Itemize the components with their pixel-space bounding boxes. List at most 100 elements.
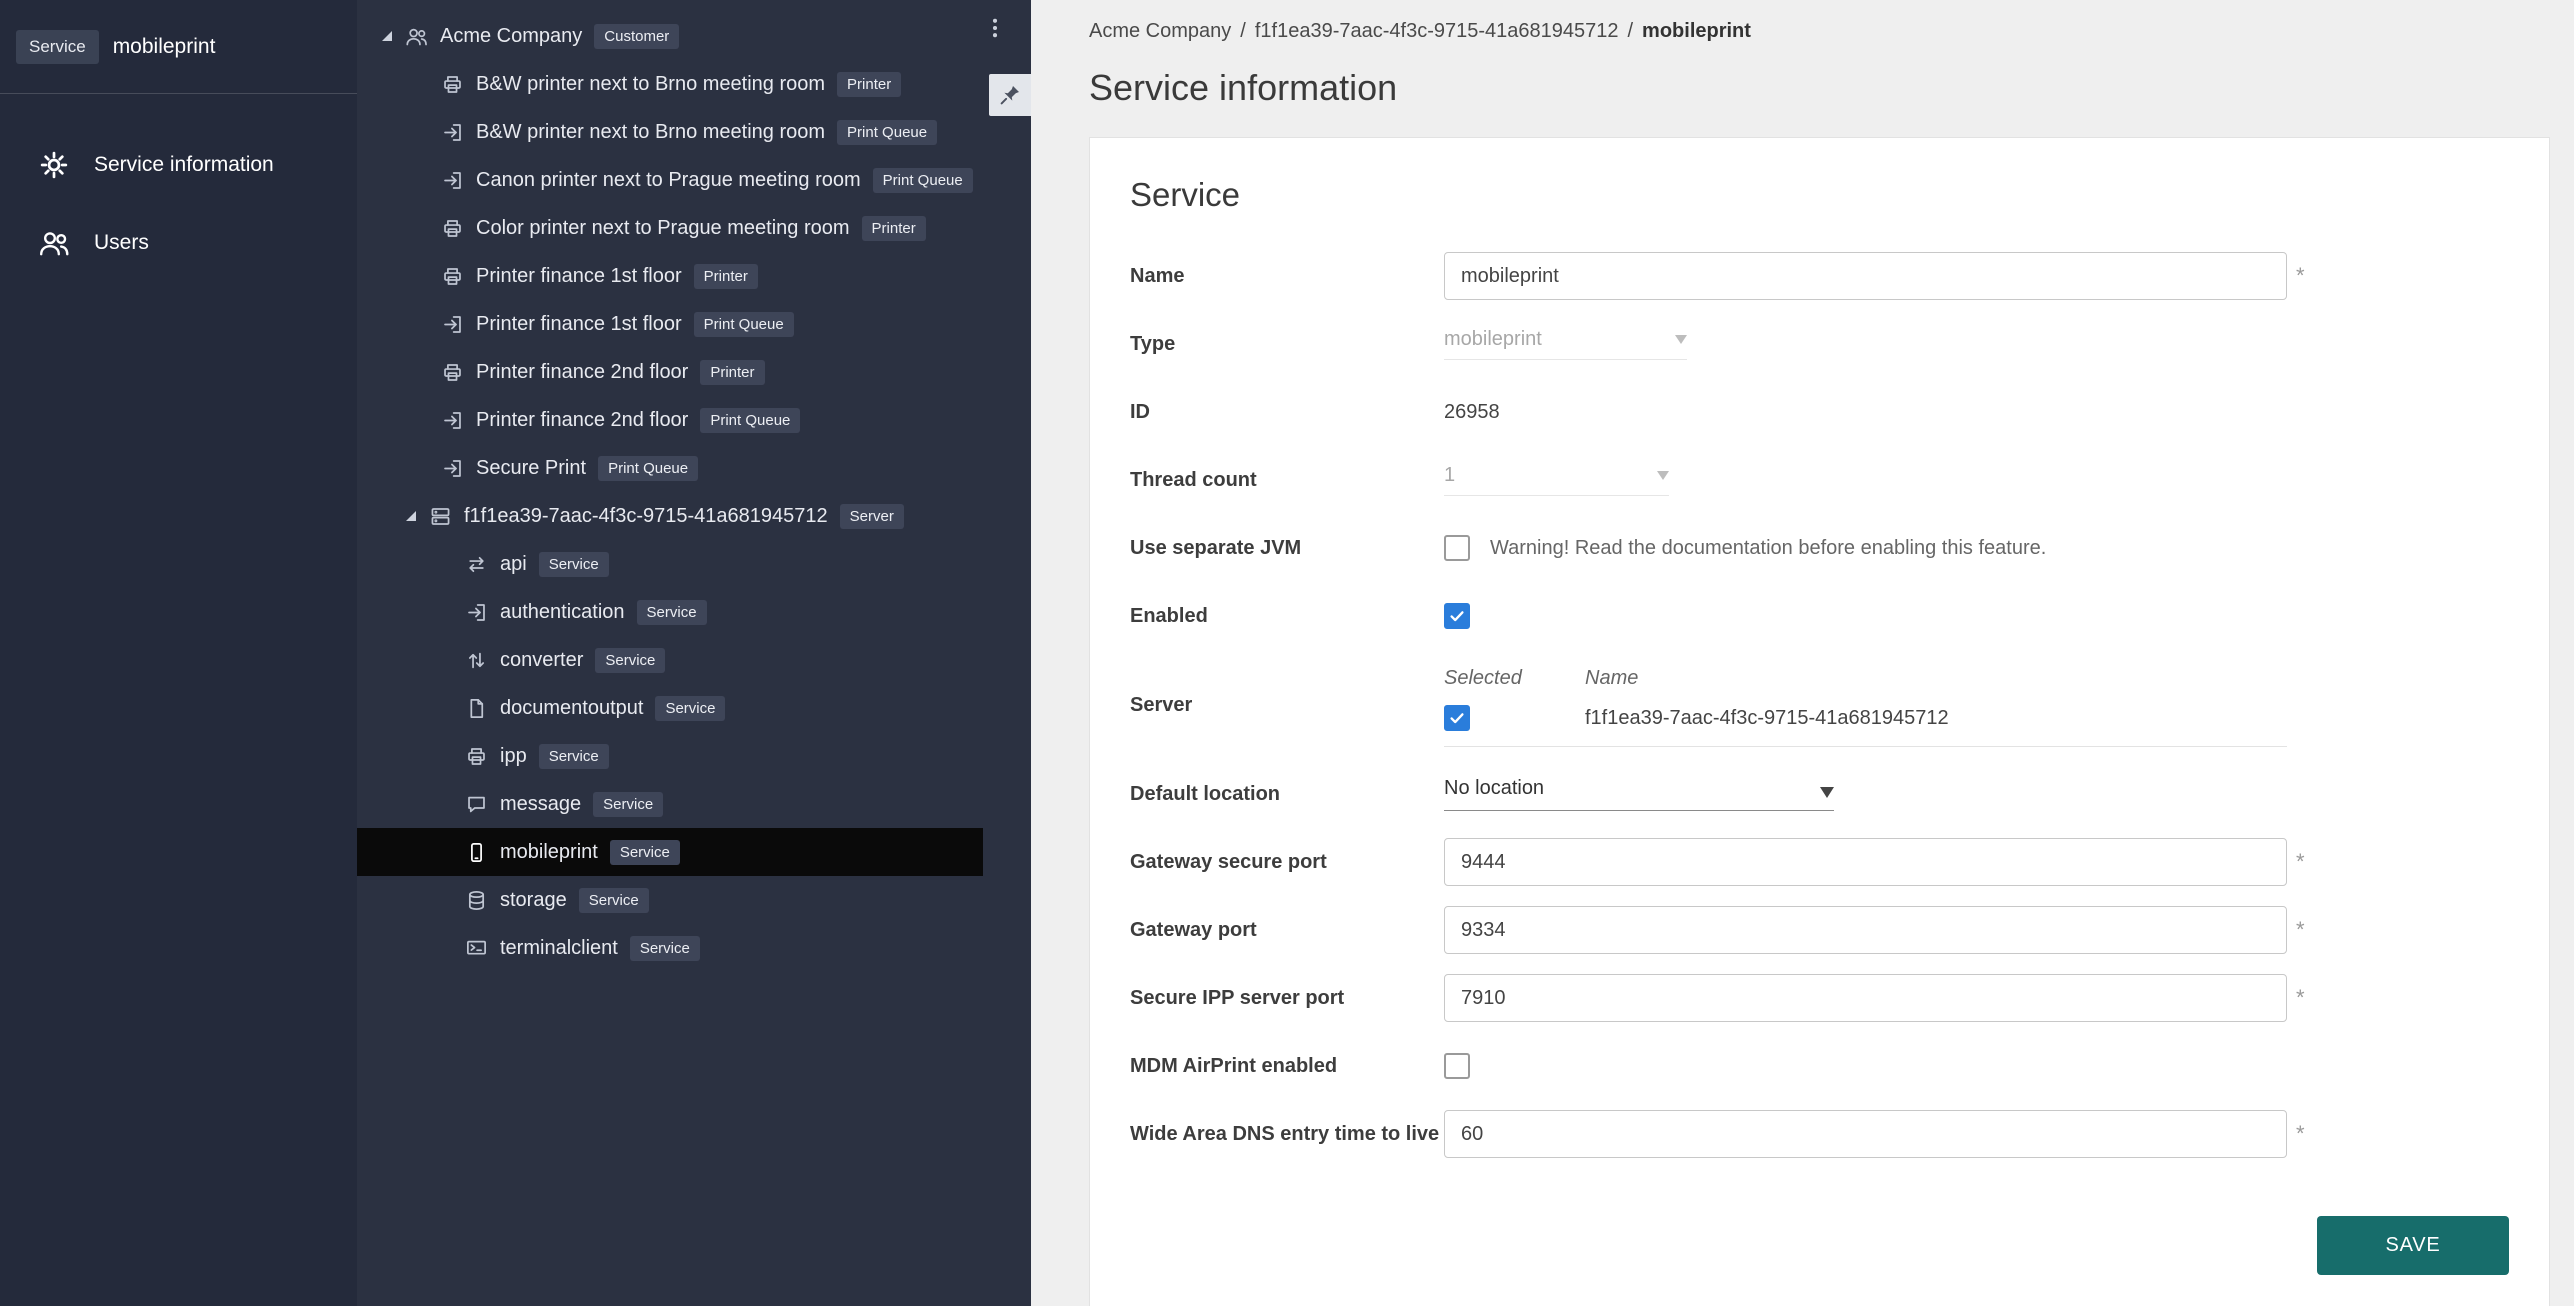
- secure-ipp-port-input[interactable]: [1444, 974, 2287, 1022]
- tree-item-printer[interactable]: B&W printer next to Brno meeting room Pr…: [357, 60, 983, 108]
- tree-item-badge: Printer: [862, 216, 926, 241]
- expander-icon[interactable]: [382, 31, 392, 41]
- name-input[interactable]: [1444, 252, 2287, 300]
- tree-item-badge: Service: [655, 696, 725, 721]
- required-marker: *: [2296, 1121, 2305, 1147]
- tree-item-badge: Print Queue: [873, 168, 973, 193]
- tree-item-badge: Printer: [700, 360, 764, 385]
- tree-item-badge: Customer: [594, 24, 679, 49]
- tree-item-label: api: [500, 553, 527, 576]
- tree-item-print-queue[interactable]: Canon printer next to Prague meeting roo…: [357, 156, 983, 204]
- tree-item-badge: Service: [593, 792, 663, 817]
- tree-item-service-message[interactable]: message Service: [357, 780, 983, 828]
- default-location-value: No location: [1444, 777, 1544, 800]
- save-button-row: SAVE: [1130, 1216, 2509, 1275]
- sign-in-icon: [441, 169, 464, 192]
- tree-item-label: Acme Company: [440, 25, 582, 48]
- id-field-row: ID 26958: [1130, 378, 2509, 446]
- mdm-airprint-checkbox[interactable]: [1444, 1053, 1470, 1079]
- service-type-badge: Service: [16, 30, 99, 64]
- default-location-select[interactable]: No location: [1444, 777, 1834, 811]
- server-checkbox[interactable]: [1444, 705, 1470, 731]
- tree-item-badge: Service: [637, 600, 707, 625]
- tree-item-label: terminalclient: [500, 937, 618, 960]
- tree-item-printer[interactable]: Printer finance 2nd floor Printer: [357, 348, 983, 396]
- chevron-down-icon: [1657, 471, 1669, 480]
- breadcrumb-item[interactable]: Acme Company: [1089, 20, 1231, 43]
- server-table-row: f1f1ea39-7aac-4f3c-9715-41a681945712: [1444, 705, 2287, 747]
- save-button[interactable]: SAVE: [2317, 1216, 2509, 1275]
- gateway-port-label: Gateway port: [1130, 919, 1444, 942]
- required-marker: *: [2296, 849, 2305, 875]
- server-checkbox-cell: [1444, 705, 1585, 731]
- chat-icon: [465, 793, 488, 816]
- section-title: Service: [1130, 176, 2509, 214]
- printer-icon: [441, 217, 464, 240]
- tree-item-printer[interactable]: Color printer next to Prague meeting roo…: [357, 204, 983, 252]
- printer-icon: [441, 73, 464, 96]
- tree-item-service-converter[interactable]: converter Service: [357, 636, 983, 684]
- tree-item-service-ipp[interactable]: ipp Service: [357, 732, 983, 780]
- type-label: Type: [1130, 333, 1444, 356]
- users-icon: [405, 25, 428, 48]
- pin-panel-button[interactable]: [989, 74, 1031, 116]
- gear-icon: [38, 149, 70, 181]
- sidebar-item-service-information[interactable]: Service information: [0, 126, 357, 204]
- tree-item-label: authentication: [500, 601, 625, 624]
- tree-item-label: Secure Print: [476, 457, 586, 480]
- jvm-checkbox[interactable]: [1444, 535, 1470, 561]
- tree-item-label: B&W printer next to Brno meeting room: [476, 73, 825, 96]
- name-field-row: Name *: [1130, 242, 2509, 310]
- breadcrumb-item-current: mobileprint: [1642, 20, 1751, 43]
- tree-item-badge: Service: [610, 840, 680, 865]
- tree-item-service-terminalclient[interactable]: terminalclient Service: [357, 924, 983, 972]
- tree-item-print-queue[interactable]: Printer finance 1st floor Print Queue: [357, 300, 983, 348]
- tree-item-service-documentoutput[interactable]: documentoutput Service: [357, 684, 983, 732]
- sidebar-item-users[interactable]: Users: [0, 204, 357, 282]
- enabled-checkbox[interactable]: [1444, 603, 1470, 629]
- default-location-field-row: Default location No location: [1130, 760, 2509, 828]
- tree-item-print-queue[interactable]: B&W printer next to Brno meeting room Pr…: [357, 108, 983, 156]
- app-root: Service mobileprint Service information …: [0, 0, 2574, 1306]
- required-marker: *: [2296, 917, 2305, 943]
- type-field-row: Type mobileprint: [1130, 310, 2509, 378]
- tree-item-printer[interactable]: Printer finance 1st floor Printer: [357, 252, 983, 300]
- tree-panel: Acme Company Customer B&W printer next t…: [357, 0, 1031, 1306]
- tree-item-service-mobileprint[interactable]: mobileprint Service: [357, 828, 983, 876]
- sign-in-icon: [441, 457, 464, 480]
- tree-item-label: Color printer next to Prague meeting roo…: [476, 217, 850, 240]
- thread-count-label: Thread count: [1130, 469, 1444, 492]
- document-icon: [465, 697, 488, 720]
- page-title: Service information: [1089, 67, 2550, 109]
- default-location-label: Default location: [1130, 783, 1444, 806]
- gateway-secure-port-input[interactable]: [1444, 838, 2287, 886]
- server-table-header: Selected Name: [1444, 667, 2287, 690]
- printer-icon: [441, 361, 464, 384]
- tree-item-label: B&W printer next to Brno meeting room: [476, 121, 825, 144]
- tree-item-print-queue[interactable]: Secure Print Print Queue: [357, 444, 983, 492]
- tree-item-print-queue[interactable]: Printer finance 2nd floor Print Queue: [357, 396, 983, 444]
- id-label: ID: [1130, 401, 1444, 424]
- gateway-port-input[interactable]: [1444, 906, 2287, 954]
- server-table: Selected Name f1f1ea39-7aac-4f3c-9715-41…: [1444, 663, 2287, 747]
- tree-item-customer[interactable]: Acme Company Customer: [357, 12, 983, 60]
- name-label: Name: [1130, 265, 1444, 288]
- service-form-card: Service Name * Type mobileprint ID 26958…: [1089, 137, 2550, 1306]
- thread-count-select: 1: [1444, 464, 1669, 496]
- tree-item-badge: Print Queue: [837, 120, 937, 145]
- expander-icon[interactable]: [406, 511, 416, 521]
- tree-item-badge: Print Queue: [700, 408, 800, 433]
- gateway-secure-port-field-row: Gateway secure port *: [1130, 828, 2509, 896]
- tree-item-service-storage[interactable]: storage Service: [357, 876, 983, 924]
- tree-item-service-authentication[interactable]: authentication Service: [357, 588, 983, 636]
- tree-item-service-api[interactable]: api Service: [357, 540, 983, 588]
- tree-item-label: Printer finance 2nd floor: [476, 361, 688, 384]
- breadcrumb-item[interactable]: f1f1ea39-7aac-4f3c-9715-41a681945712: [1255, 20, 1619, 43]
- sign-in-icon: [441, 409, 464, 432]
- jvm-field-row: Use separate JVM Warning! Read the docum…: [1130, 514, 2509, 582]
- tree-item-server[interactable]: f1f1ea39-7aac-4f3c-9715-41a681945712 Ser…: [357, 492, 983, 540]
- printer-icon: [441, 265, 464, 288]
- tree-menu-button[interactable]: [977, 8, 1013, 48]
- tree-item-badge: Service: [579, 888, 649, 913]
- dns-ttl-input[interactable]: [1444, 1110, 2287, 1158]
